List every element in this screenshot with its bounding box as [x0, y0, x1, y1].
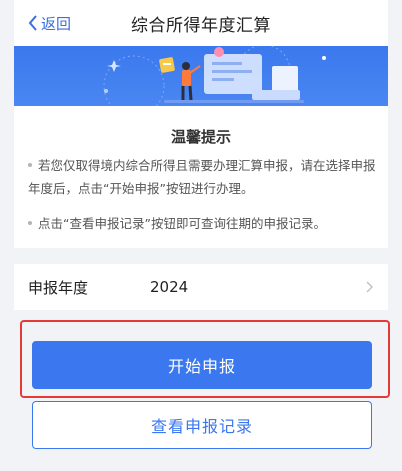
view-records-button[interactable]: 查看申报记录	[32, 401, 372, 449]
tip-item: 点击“查看申报记录”按钮即可查询往期的申报记录。	[28, 212, 378, 235]
banner-illustration	[14, 46, 388, 106]
year-selector[interactable]: 申报年度 2024	[14, 264, 388, 310]
bullet-icon	[28, 220, 32, 225]
start-declaration-button[interactable]: 开始申报	[32, 341, 372, 389]
bullet-icon	[28, 162, 32, 167]
tips-title: 温馨提示	[170, 128, 231, 146]
tip-text: 若您仅取得境内综合所得且需要办理汇算申报，请在选择申报年度后，点击“开始申报”按…	[28, 158, 376, 196]
nav-bar: 返回 综合所得年度汇算	[14, 0, 388, 46]
banner-art	[103, 46, 326, 106]
year-label: 申报年度	[28, 278, 89, 297]
back-button[interactable]: 返回	[28, 12, 71, 34]
info-card: 返回 综合所得年度汇算 温馨提示 若您仅取得境内综合所得且需要办理汇算申报，请在…	[14, 0, 388, 248]
tip-text: 点击“查看申报记录”按钮即可查询往期的申报记录。	[38, 216, 326, 231]
page-title: 综合所得年度汇算	[131, 15, 271, 36]
chevron-right-icon	[366, 281, 374, 293]
year-value: 2024	[150, 278, 189, 296]
tip-item: 若您仅取得境内综合所得且需要办理汇算申报，请在选择申报年度后，点击“开始申报”按…	[28, 154, 378, 200]
chevron-left-icon	[28, 15, 37, 31]
back-label: 返回	[41, 14, 72, 33]
